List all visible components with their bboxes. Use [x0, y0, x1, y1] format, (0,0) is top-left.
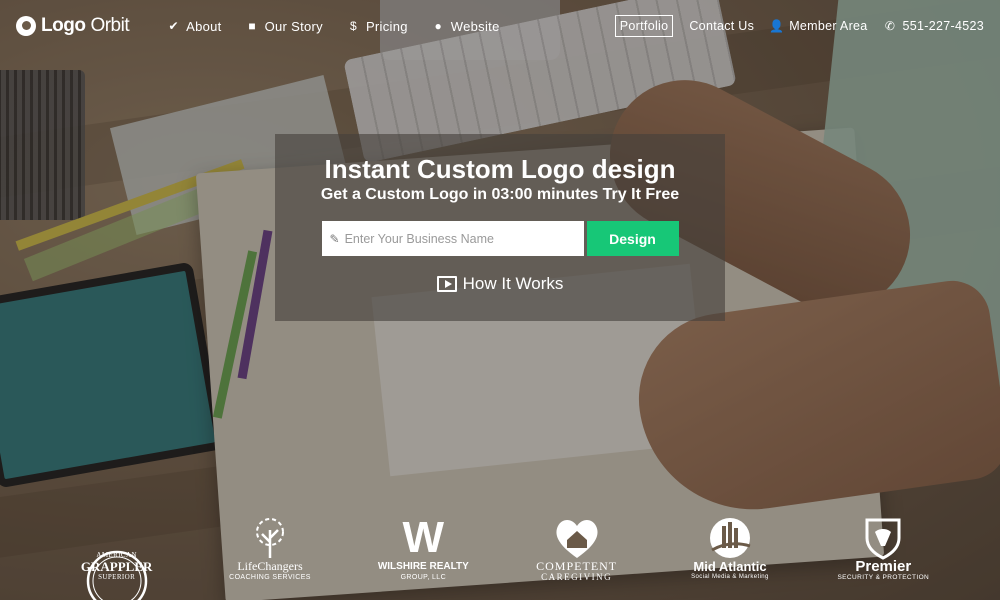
client-tag: SECURITY & PROTECTION: [837, 574, 930, 581]
nav-item-pricing[interactable]: $ Pricing: [347, 19, 408, 34]
nav-item-our-story[interactable]: ■ Our Story: [246, 19, 323, 34]
member-area-link[interactable]: 👤 Member Area: [769, 19, 868, 33]
nav-item-pricing-label: Pricing: [365, 18, 408, 34]
client-w-mark: W: [402, 513, 445, 562]
client-name: WILSHIRE REALTY: [377, 561, 469, 572]
business-name-form: ✎ Design: [275, 221, 725, 256]
user-icon: 👤: [769, 19, 785, 33]
top-navigation: Logo Orbit ✔ About ■ Our Story $ Pricing …: [0, 0, 1000, 52]
nav-item-website-label: Website: [450, 18, 500, 34]
logo-text-light: Orbit: [90, 15, 130, 36]
client-tag: GROUP, LLC: [400, 574, 447, 581]
dollar-icon: $: [349, 19, 357, 33]
logo-text-bold: Logo: [41, 15, 86, 36]
portfolio-button[interactable]: Portfolio: [614, 15, 674, 37]
phone-icon: ✆: [884, 19, 896, 33]
client-logo-competent-caregiving: COMPETENT CAREGIVING: [512, 516, 642, 582]
play-icon: [436, 276, 457, 292]
hero-subtitle: Get a Custom Logo in 03:00 minutes Try I…: [320, 186, 680, 203]
phone-link[interactable]: ✆ 551-227-4523: [884, 19, 984, 33]
client-logo-wilshire-realty: W WILSHIRE REALTY GROUP, LLC: [358, 516, 488, 582]
secondary-nav: Portfolio Contact Us 👤 Member Area ✆ 551…: [614, 15, 984, 37]
globe-icon: ●: [434, 19, 443, 33]
logo-mark-icon: [16, 16, 36, 36]
business-name-input[interactable]: [344, 231, 575, 246]
client-logo-premier: Premier SECURITY & PROTECTION: [818, 516, 948, 582]
client-name: Premier: [855, 558, 912, 575]
heart-house-icon: [556, 520, 598, 558]
nav-item-about-label: About: [186, 18, 222, 34]
member-area-label: Member Area: [789, 19, 868, 33]
client-tag: COACHING SERVICES: [229, 574, 311, 581]
client-tag: SUPERIOR: [98, 573, 136, 581]
client-logo-lifechangers: LifeChangers COACHING SERVICES: [205, 516, 335, 582]
nav-item-about[interactable]: ✔ About: [167, 19, 221, 34]
tree-icon: [255, 518, 284, 558]
building-globe-icon: [709, 518, 751, 558]
client-logo-american-grappler: AMERICAN GRAPPLER SUPERIOR: [52, 550, 182, 600]
design-button[interactable]: Design: [586, 221, 679, 256]
nav-item-our-story-label: Our Story: [264, 18, 323, 34]
shield-icon: [865, 518, 901, 560]
hero-title: Instant Custom Logo design: [324, 154, 676, 184]
client-name: LifeChangers: [237, 559, 303, 573]
client-tag: Social Media & Marketing: [691, 574, 769, 580]
primary-nav: ✔ About ■ Our Story $ Pricing ● Website: [167, 19, 499, 34]
video-camera-icon: ■: [248, 19, 256, 33]
client-logo-mid-atlantic: Mid Atlantic Social Media & Marketing: [665, 516, 795, 582]
contact-us-link[interactable]: Contact Us: [689, 19, 754, 33]
how-it-works-label: How It Works: [462, 274, 564, 293]
check-circle-icon: ✔: [168, 19, 179, 33]
hero-panel: Instant Custom Logo design Get a Custom …: [275, 134, 725, 321]
nav-item-website[interactable]: ● Website: [432, 19, 500, 34]
phone-number: 551-227-4523: [902, 19, 984, 33]
client-tag: CAREGIVING: [541, 572, 613, 582]
business-name-field[interactable]: ✎: [321, 221, 584, 256]
client-logos: AMERICAN GRAPPLER SUPERIOR LifeChangers …: [0, 510, 1000, 600]
client-name: Mid Atlantic: [693, 559, 767, 574]
how-it-works-link[interactable]: How It Works: [436, 274, 564, 294]
client-name: GRAPPLER: [80, 559, 153, 574]
pencil-icon: ✎: [329, 231, 340, 246]
logo[interactable]: Logo Orbit: [16, 15, 130, 37]
